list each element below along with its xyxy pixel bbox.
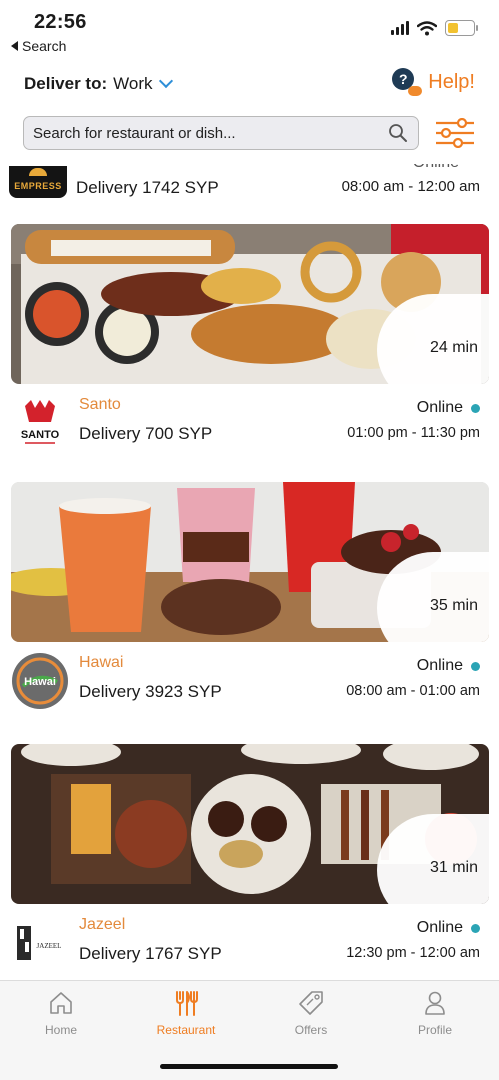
restaurant-logo: EMPRESS: [9, 166, 67, 198]
back-to-search-link[interactable]: Search: [11, 38, 66, 54]
wifi-icon: [417, 20, 437, 35]
online-status: Online: [417, 919, 480, 937]
restaurant-name[interactable]: Santo: [79, 396, 121, 414]
logo-word: JAZEEL: [37, 942, 62, 950]
help-label: Help!: [428, 70, 475, 93]
search-row: [23, 116, 476, 152]
restaurant-name[interactable]: Hawai: [79, 654, 123, 672]
tab-label: Restaurant: [156, 1023, 216, 1037]
tab-offers[interactable]: Offers: [261, 989, 361, 1037]
tab-label: Profile: [417, 1023, 452, 1037]
restaurant-photo[interactable]: 31 min: [11, 744, 489, 904]
logo-word: SANTO: [21, 429, 60, 441]
delivery-fee: Delivery 1742 SYP: [76, 178, 219, 197]
online-dot-icon: [471, 923, 480, 933]
delivery-time: 24 min: [429, 339, 478, 356]
online-dot-icon: [471, 403, 480, 413]
logo-word: Hawai: [24, 676, 56, 688]
delivery-fee: Delivery 700 SYP: [79, 424, 213, 443]
back-arrow-icon: [11, 41, 18, 51]
status-bar: 22:56 Search: [0, 0, 499, 60]
restaurant-logo: Hawai: [12, 653, 68, 709]
restaurant-logo: JAZEEL: [17, 926, 62, 960]
search-input[interactable]: [33, 124, 373, 142]
logo-word: EMPRESS: [14, 181, 62, 191]
restaurant-photo[interactable]: 24 min: [11, 224, 489, 384]
tab-label: Offers: [294, 1023, 328, 1037]
restaurant-logo: SANTO: [21, 400, 60, 444]
deliver-to-row: Deliver to: Work ? Help!: [24, 68, 475, 100]
tab-profile[interactable]: Profile: [385, 989, 485, 1037]
cutlery-icon: [176, 991, 198, 1016]
status-time: 22:56: [34, 11, 87, 33]
delivery-time: 35 min: [429, 597, 478, 614]
battery-icon: [445, 20, 478, 36]
restaurant-card-santo[interactable]: 24 min SANTO Santo Delivery 700 SYP Onli…: [0, 224, 499, 454]
delivery-time: 31 min: [429, 859, 478, 876]
restaurant-photo[interactable]: 35 min: [11, 482, 489, 642]
restaurant-list[interactable]: Online EMPRESS Delivery 1742 SYP 08:00 a…: [0, 164, 499, 978]
opening-hours: 01:00 pm - 11:30 pm: [347, 425, 480, 441]
status-icons: [391, 20, 478, 36]
restaurant-name[interactable]: Jazeel: [79, 916, 125, 934]
tag-icon: [299, 991, 323, 1015]
restaurant-card-jazeel[interactable]: 31 min JAZEEL Jazeel Delivery 1767 SYP O…: [0, 744, 499, 974]
home-icon: [50, 992, 72, 1014]
online-dot-icon: [471, 661, 480, 671]
delivery-fee: Delivery 1767 SYP: [79, 944, 222, 963]
help-button[interactable]: ? Help!: [392, 68, 475, 96]
search-icon[interactable]: [388, 123, 408, 143]
person-icon: [425, 991, 445, 1015]
deliver-to-label: Deliver to:: [24, 74, 108, 93]
opening-hours: 08:00 am - 12:00 am: [341, 178, 480, 195]
tab-home[interactable]: Home: [11, 989, 111, 1037]
status-label: Online: [416, 399, 463, 416]
online-status: Online: [417, 657, 480, 675]
tab-label: Home: [44, 1023, 77, 1037]
filter-sliders-icon[interactable]: [434, 118, 476, 148]
chevron-down-icon[interactable]: [158, 73, 173, 89]
opening-hours: 08:00 am - 01:00 am: [346, 683, 480, 699]
deliver-location-selector[interactable]: Work: [113, 74, 152, 94]
status-label: Online: [416, 657, 463, 674]
status-label: Online: [413, 164, 459, 172]
back-label: Search: [22, 38, 67, 54]
opening-hours: 12:30 pm - 12:00 am: [346, 945, 480, 961]
online-status: Online: [417, 399, 480, 417]
tab-restaurant[interactable]: Restaurant: [136, 989, 236, 1037]
search-box[interactable]: [23, 116, 419, 150]
delivery-fee: Delivery 3923 SYP: [79, 682, 222, 701]
home-indicator[interactable]: [160, 1064, 338, 1069]
restaurant-card-hawai[interactable]: 35 min Hawai Hawai Delivery 3923 SYP Onl…: [0, 482, 499, 712]
help-chat-icon: ?: [392, 68, 423, 96]
cellular-signal-icon: [391, 21, 409, 35]
status-label: Online: [416, 919, 463, 936]
restaurant-row-empress[interactable]: Online EMPRESS Delivery 1742 SYP 08:00 a…: [0, 164, 499, 208]
